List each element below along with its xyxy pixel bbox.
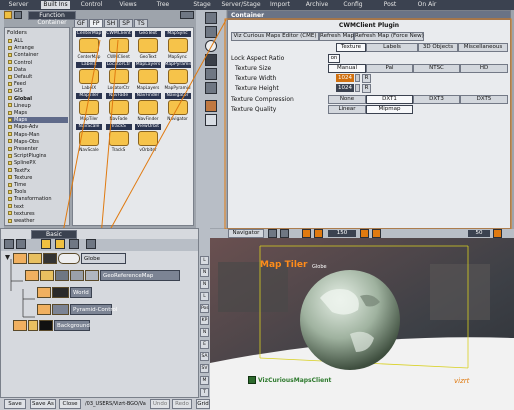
fov-value[interactable]: 50 — [468, 230, 490, 237]
delete-icon[interactable] — [16, 239, 26, 249]
rotate-left-icon[interactable] — [360, 229, 369, 238]
side-toolbar-button[interactable]: N — [200, 328, 209, 337]
world-node-icon[interactable] — [37, 287, 51, 298]
side-toolbar-button[interactable]: L — [200, 292, 209, 301]
scene-tree-panel: Basic Globe GeoReferenceMap World Pyrami… — [0, 228, 199, 398]
zoom-in-icon[interactable] — [314, 229, 323, 238]
bottom-bar: Save Save As Close /03_USERS/Vizrt-BGO/V… — [0, 398, 210, 410]
save-as-button[interactable]: Save As — [30, 399, 56, 409]
zoom-out-icon[interactable] — [302, 229, 311, 238]
brand-logo: vizrt — [454, 377, 470, 385]
georeference-node-icon[interactable] — [25, 270, 39, 281]
render-viewport[interactable]: Map Tiler Globe VizCuriousMapsClient viz… — [210, 238, 514, 410]
background-plugin-icon[interactable] — [28, 320, 38, 331]
overlay-subtitle: Globe — [312, 264, 327, 270]
side-toolbar-button[interactable]: KP — [200, 316, 209, 325]
georeference-texture-icon[interactable] — [55, 270, 69, 281]
pyramid-node-icon[interactable] — [37, 304, 51, 315]
fov-slider-icon[interactable] — [493, 229, 502, 238]
side-toolbar-button[interactable]: M — [200, 376, 209, 385]
render-toolbar: Navigator 150 50 — [210, 229, 514, 238]
scene-node-pyramid-control[interactable]: Pyramid-Control — [70, 304, 117, 315]
scene-node-georeferencemap[interactable]: GeoReferenceMap — [100, 270, 180, 281]
scene-node-background[interactable]: Background — [54, 320, 90, 331]
undo-button[interactable]: Undo — [150, 399, 170, 409]
camera-icon[interactable] — [268, 229, 277, 238]
navigator-button[interactable]: Navigator — [228, 229, 264, 238]
scene-tree-toolbar — [1, 239, 198, 251]
zoom-value[interactable]: 150 — [328, 230, 356, 237]
tab-basic[interactable]: Basic — [31, 230, 77, 239]
scene-path: /03_USERS/Vizrt-BGO/Va — [85, 401, 146, 407]
side-toolbar-button[interactable]: N — [200, 268, 209, 277]
zoom-icon[interactable] — [55, 239, 65, 249]
georeference-extra-icon[interactable] — [85, 270, 99, 281]
viz-logo-icon — [248, 376, 256, 384]
globe-texture-icon[interactable] — [43, 253, 57, 264]
scene-node-globe[interactable]: Globe — [81, 253, 126, 264]
side-toolbar-button[interactable]: T — [200, 388, 209, 397]
side-toolbar-button[interactable]: SV — [200, 364, 209, 373]
grid-button[interactable]: Grid — [196, 399, 210, 409]
background-node-icon[interactable] — [13, 320, 27, 331]
overlay-title: Map Tiler — [260, 260, 308, 270]
globe-plugin-icon[interactable] — [28, 253, 42, 264]
footer-logo-text: VizCuriousMapsClient — [258, 377, 332, 384]
globe-material-icon[interactable] — [58, 253, 80, 264]
rotate-right-icon[interactable] — [372, 229, 381, 238]
close-button[interactable]: Close — [59, 399, 81, 409]
expand-icon[interactable] — [69, 239, 79, 249]
background-texture-icon[interactable] — [39, 320, 53, 331]
collapse-icon[interactable] — [86, 239, 96, 249]
side-toolbar-button[interactable]: L — [200, 256, 209, 265]
side-toolbar-button[interactable]: E — [200, 340, 209, 349]
side-toolbar-button[interactable]: SA — [200, 352, 209, 361]
world-texture-icon[interactable] — [52, 287, 69, 298]
globe-node-icon[interactable] — [13, 253, 27, 264]
scene-node-world[interactable]: World — [70, 287, 92, 298]
save-button[interactable]: Save — [4, 399, 26, 409]
render-side-toolbar: L N N L Pos KP N E SA SV M T — [199, 228, 210, 410]
view-icon[interactable] — [280, 229, 289, 238]
new-container-icon[interactable] — [4, 239, 14, 249]
search-icon[interactable] — [41, 239, 51, 249]
pyramid-plugin-icon[interactable] — [52, 304, 69, 315]
side-toolbar-button[interactable]: Pos — [200, 304, 209, 313]
redo-button[interactable]: Redo — [172, 399, 192, 409]
georeference-geom-icon[interactable] — [70, 270, 84, 281]
side-toolbar-button[interactable]: N — [200, 280, 209, 289]
georeference-plugin-icon[interactable] — [40, 270, 54, 281]
